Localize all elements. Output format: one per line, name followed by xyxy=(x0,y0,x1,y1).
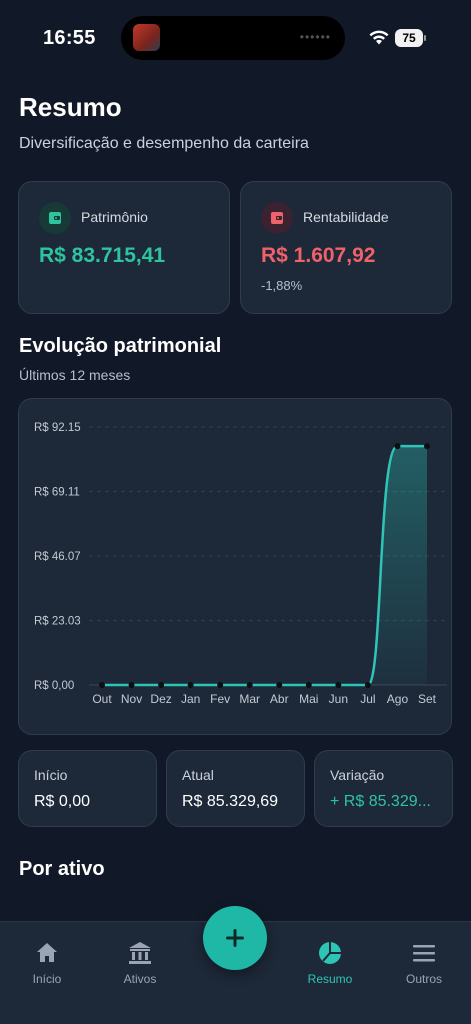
chart-x-tick-label: Fev xyxy=(210,692,230,706)
patrimonio-card[interactable]: Patrimônio R$ 83.715,41 xyxy=(18,181,230,314)
rentabilidade-value: R$ 1.607,92 xyxy=(261,244,376,267)
chart-data-point xyxy=(394,443,401,450)
chart-data-point xyxy=(424,443,430,450)
wallet-icon xyxy=(39,202,71,234)
chart-data-point xyxy=(99,682,105,688)
tab-inicio-label: Início xyxy=(32,972,62,986)
pie-chart-icon xyxy=(319,942,341,964)
evolucao-subtitle: Últimos 12 meses xyxy=(19,367,131,383)
chart-y-tick-label: R$ 23.03 xyxy=(34,616,81,628)
variacao-value: + R$ 85.329... xyxy=(330,793,431,810)
chart-data-point xyxy=(305,682,312,688)
page-title: Resumo xyxy=(19,92,122,122)
evolution-chart-card[interactable]: R$ 0,00 R$ 23.03 R$ 46.07 R$ 69.11 R$ 92.15 … xyxy=(18,398,452,735)
tab-resumo[interactable]: Resumo xyxy=(290,940,370,986)
evolucao-title: Evolução patrimonial xyxy=(19,335,222,357)
atual-stat-card: Atual R$ 85.329,69 xyxy=(166,750,305,827)
status-bar: 16:55 •••••• 75 xyxy=(0,0,471,76)
bank-icon xyxy=(129,942,151,964)
chart-x-tick-label: Mar xyxy=(239,692,260,706)
chart-data-point xyxy=(364,682,371,688)
atual-value: R$ 85.329,69 xyxy=(182,793,279,810)
tab-outros[interactable]: Outros xyxy=(384,940,464,986)
chart-y-tick-label: R$ 92.15 xyxy=(34,422,81,434)
tab-inicio[interactable]: Início xyxy=(7,940,87,986)
patrimonio-value: R$ 83.715,41 xyxy=(39,244,166,267)
chart-data-point xyxy=(246,682,253,688)
menu-icon xyxy=(413,945,435,962)
inicio-label: Início xyxy=(34,767,68,783)
patrimonio-label: Patrimônio xyxy=(81,209,148,225)
chart-x-tick-label: Jun xyxy=(329,692,348,706)
chart-area-fill xyxy=(102,446,427,685)
plus-icon xyxy=(226,929,244,947)
inicio-stat-card: Início R$ 0,00 xyxy=(18,750,157,827)
tab-ativos-label: Ativos xyxy=(123,972,157,986)
atual-label: Atual xyxy=(182,767,214,783)
tab-ativos[interactable]: Ativos xyxy=(100,940,180,986)
inicio-value: R$ 0,00 xyxy=(34,793,91,810)
page-subtitle: Diversificação e desempenho da carteira xyxy=(19,135,309,152)
chart-y-tick-label: R$ 0,00 xyxy=(34,680,74,692)
chart-x-tick-label: Jan xyxy=(181,692,200,706)
rentabilidade-label: Rentabilidade xyxy=(303,209,389,225)
chart-x-tick-label: Jul xyxy=(360,692,375,706)
add-button[interactable] xyxy=(203,906,267,970)
chart-data-point xyxy=(217,682,224,688)
variacao-label: Variação xyxy=(330,767,385,783)
rentabilidade-card[interactable]: Rentabilidade R$ 1.607,92 -1,88% xyxy=(240,181,452,314)
chart-data-point xyxy=(187,682,194,688)
home-icon xyxy=(37,943,57,962)
variacao-stat-card: Variação + R$ 85.329... xyxy=(314,750,453,827)
live-activity-app-icon xyxy=(133,24,160,51)
chart-data-point xyxy=(158,682,165,688)
chart-x-tick-label: Ago xyxy=(387,692,409,706)
chart-x-tick-label: Abr xyxy=(270,692,289,706)
chart-y-tick-label: R$ 69.11 xyxy=(34,487,80,499)
wifi-icon xyxy=(369,30,389,45)
tab-outros-label: Outros xyxy=(405,972,442,986)
battery-icon: 75 xyxy=(395,29,423,47)
chart-data-point xyxy=(128,682,135,688)
chart-x-tick-label: Set xyxy=(418,692,437,706)
chart-x-tick-label: Dez xyxy=(150,692,171,706)
island-dots-icon: •••••• xyxy=(299,30,331,44)
wallet-icon xyxy=(261,202,293,234)
dynamic-island: •••••• xyxy=(121,16,345,60)
chart-x-tick-label: Mai xyxy=(299,692,318,706)
chart-x-tick-label: Nov xyxy=(121,692,142,706)
tab-resumo-label: Resumo xyxy=(307,972,353,986)
por-ativo-title: Por ativo xyxy=(19,858,105,880)
evolution-chart[interactable]: R$ 0,00R$ 23.03R$ 46.07R$ 69.11R$ 92.15 … xyxy=(19,399,453,736)
chart-data-point xyxy=(276,682,283,688)
chart-x-tick-label: Out xyxy=(92,692,112,706)
rentabilidade-percent: -1,88% xyxy=(261,278,303,293)
chart-y-tick-label: R$ 46.07 xyxy=(34,551,81,563)
chart-data-point xyxy=(335,682,342,688)
status-time: 16:55 xyxy=(43,27,96,49)
battery-cap xyxy=(424,35,426,41)
